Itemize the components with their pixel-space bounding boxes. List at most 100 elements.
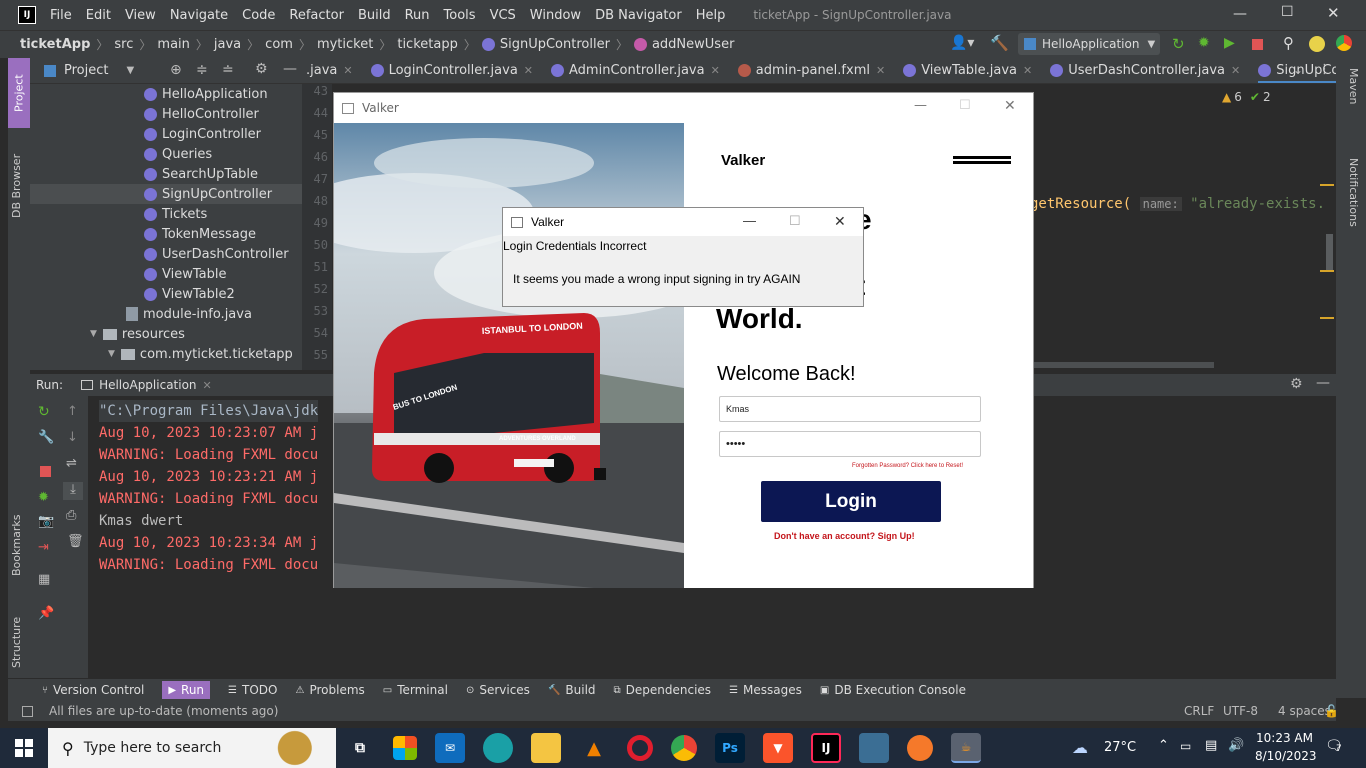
trash-icon[interactable]: 🗑 bbox=[67, 534, 84, 549]
project-tree-item[interactable]: Queries bbox=[30, 144, 302, 164]
update-icon[interactable] bbox=[1309, 36, 1325, 52]
login-button[interactable]: Login bbox=[761, 481, 941, 522]
debug-icon[interactable]: ✹ bbox=[1198, 35, 1210, 51]
file-encoding[interactable]: UTF-8 bbox=[1223, 704, 1258, 718]
close-icon[interactable]: ✕ bbox=[203, 379, 212, 392]
tray-chevron-icon[interactable]: ⌃ bbox=[1158, 738, 1169, 753]
editor-tab[interactable]: .java ✕ bbox=[306, 63, 353, 78]
warning-marker[interactable] bbox=[1320, 270, 1334, 272]
breadcrumb-item[interactable]: SignUpController bbox=[500, 37, 610, 52]
editor-tab[interactable]: AdminController.java ✕ bbox=[551, 63, 720, 78]
project-tree-item[interactable]: UserDashController bbox=[30, 244, 302, 264]
project-tree-item[interactable]: HelloController bbox=[30, 104, 302, 124]
lock-icon[interactable]: 🔓 bbox=[1324, 704, 1339, 718]
battery-icon[interactable]: ▭ bbox=[1180, 739, 1191, 753]
menu-item-window[interactable]: Window bbox=[530, 8, 581, 23]
chevron-down-icon[interactable]: ▼ bbox=[90, 329, 97, 339]
menu-item-edit[interactable]: Edit bbox=[86, 8, 111, 23]
photoshop-icon[interactable]: Ps bbox=[715, 733, 745, 763]
more-icon[interactable]: ⋮ bbox=[1318, 62, 1331, 77]
editor-tab[interactable]: ViewTable.java ✕ bbox=[903, 63, 1032, 78]
forgot-password-link[interactable]: Forgotten Password? Click here to Reset! bbox=[852, 463, 963, 469]
tool-dependencies[interactable]: ⧉ Dependencies bbox=[614, 683, 712, 697]
close-icon[interactable]: ✕ bbox=[1231, 64, 1240, 77]
project-tree-item[interactable]: TokenMessage bbox=[30, 224, 302, 244]
down-arrow-icon[interactable]: ↓ bbox=[67, 430, 78, 445]
project-tree-item[interactable]: ViewTable bbox=[30, 264, 302, 284]
network-icon[interactable]: ▤ bbox=[1205, 738, 1217, 753]
project-tree-item[interactable]: HelloApplication bbox=[30, 84, 302, 104]
run-coverage-icon[interactable]: ▶ bbox=[1224, 35, 1235, 51]
indent-setting[interactable]: 4 spaces bbox=[1278, 704, 1331, 718]
login-icon[interactable]: ⇥ bbox=[38, 540, 49, 555]
search-icon[interactable]: ⚲ bbox=[1283, 34, 1294, 52]
taskbar-search-box[interactable]: ⚲ Type here to search bbox=[48, 728, 336, 768]
menu-item-run[interactable]: Run bbox=[405, 8, 430, 23]
menu-item-build[interactable]: Build bbox=[358, 8, 391, 23]
file-explorer-icon[interactable] bbox=[531, 733, 561, 763]
intellij-logo-icon[interactable]: IJ bbox=[18, 6, 36, 24]
minimize-icon[interactable]: — bbox=[1233, 6, 1247, 22]
volume-icon[interactable]: 🔊 bbox=[1228, 738, 1244, 753]
password-field[interactable]: ••••• bbox=[719, 431, 981, 457]
intellij-taskbar-icon[interactable]: IJ bbox=[811, 733, 841, 763]
db-browser-tool-tab[interactable]: DB Browser bbox=[10, 138, 28, 218]
username-field[interactable]: Kmas bbox=[719, 396, 981, 422]
java-app-icon[interactable]: ☕ bbox=[951, 733, 981, 763]
breadcrumb-item[interactable]: addNewUser bbox=[652, 37, 734, 52]
close-icon[interactable]: ✕ bbox=[1023, 64, 1032, 77]
project-view-select[interactable]: Project bbox=[64, 63, 108, 78]
project-tree-item[interactable]: SignUpController bbox=[30, 184, 302, 204]
opera-icon[interactable] bbox=[627, 735, 653, 761]
tool-todo[interactable]: ☰ TODO bbox=[228, 683, 277, 697]
close-icon[interactable]: ✕ bbox=[524, 64, 533, 77]
camera-icon[interactable]: 📷 bbox=[38, 514, 54, 529]
breadcrumb-item[interactable]: ticketApp bbox=[20, 37, 90, 52]
close-icon[interactable]: ✕ bbox=[876, 64, 885, 77]
close-icon[interactable]: ✕ bbox=[343, 64, 352, 77]
expand-all-icon[interactable]: ≑ bbox=[196, 62, 208, 78]
breadcrumb-item[interactable]: com bbox=[265, 37, 293, 52]
task-view-icon[interactable]: ⧉ bbox=[345, 733, 375, 763]
run-tab[interactable]: HelloApplication ✕ bbox=[81, 378, 212, 392]
tool-messages[interactable]: ☰ Messages bbox=[729, 683, 802, 697]
tool-run[interactable]: ▶ Run bbox=[162, 681, 211, 699]
clock-date[interactable]: 8/10/2023 bbox=[1255, 749, 1317, 763]
clock-time[interactable]: 10:23 AM bbox=[1256, 731, 1313, 745]
collapse-all-icon[interactable]: ≐ bbox=[222, 62, 234, 78]
debug-restart-icon[interactable]: ✹ bbox=[38, 490, 49, 505]
stop-icon[interactable] bbox=[40, 466, 51, 477]
soft-wrap-icon[interactable]: ⇌ bbox=[66, 456, 77, 471]
minimize-icon[interactable]: — bbox=[743, 213, 756, 228]
menu-item-file[interactable]: File bbox=[50, 8, 72, 23]
stop-icon[interactable] bbox=[1252, 39, 1263, 50]
run-config-select[interactable]: HelloApplication ▼ bbox=[1018, 33, 1160, 55]
up-arrow-icon[interactable]: ↑ bbox=[67, 404, 78, 419]
menu-item-tools[interactable]: Tools bbox=[444, 8, 476, 23]
breadcrumb-item[interactable]: ticketapp bbox=[397, 37, 458, 52]
editor-scrollbar[interactable] bbox=[1326, 234, 1333, 272]
pin-icon[interactable]: 📌 bbox=[38, 606, 54, 621]
menu-item-vcs[interactable]: VCS bbox=[490, 8, 516, 23]
project-tool-tab[interactable]: Project bbox=[8, 58, 30, 128]
maximize-icon[interactable]: ☐ bbox=[789, 213, 801, 229]
close-icon[interactable]: ✕ bbox=[711, 64, 720, 77]
tool-terminal[interactable]: ▭ Terminal bbox=[383, 683, 448, 697]
close-icon[interactable]: ✕ bbox=[834, 213, 846, 230]
tool-build[interactable]: 🔨 Build bbox=[548, 683, 596, 697]
inspections-widget[interactable]: ▲ 6 ✔ 2 bbox=[1222, 90, 1271, 104]
windows-start-icon[interactable] bbox=[0, 728, 48, 768]
plugins-icon[interactable] bbox=[1336, 35, 1352, 51]
breadcrumb-item[interactable]: src bbox=[114, 37, 133, 52]
project-tree-item[interactable]: ViewTable2 bbox=[30, 284, 302, 304]
tool-problems[interactable]: ⚠ Problems bbox=[295, 683, 364, 697]
gear-icon[interactable]: ⚙ bbox=[255, 61, 268, 77]
chevron-down-icon[interactable]: ▼ bbox=[108, 349, 115, 359]
project-tree-item[interactable]: LoginController bbox=[30, 124, 302, 144]
rerun-icon[interactable]: ↻ bbox=[38, 404, 50, 420]
user-icon[interactable]: 👤▾ bbox=[950, 35, 974, 51]
vlc-icon[interactable]: ▲ bbox=[579, 733, 609, 763]
line-separator[interactable]: CRLF bbox=[1184, 704, 1214, 718]
maximize-icon[interactable]: ☐ bbox=[959, 98, 971, 113]
menu-item-help[interactable]: Help bbox=[696, 8, 726, 23]
